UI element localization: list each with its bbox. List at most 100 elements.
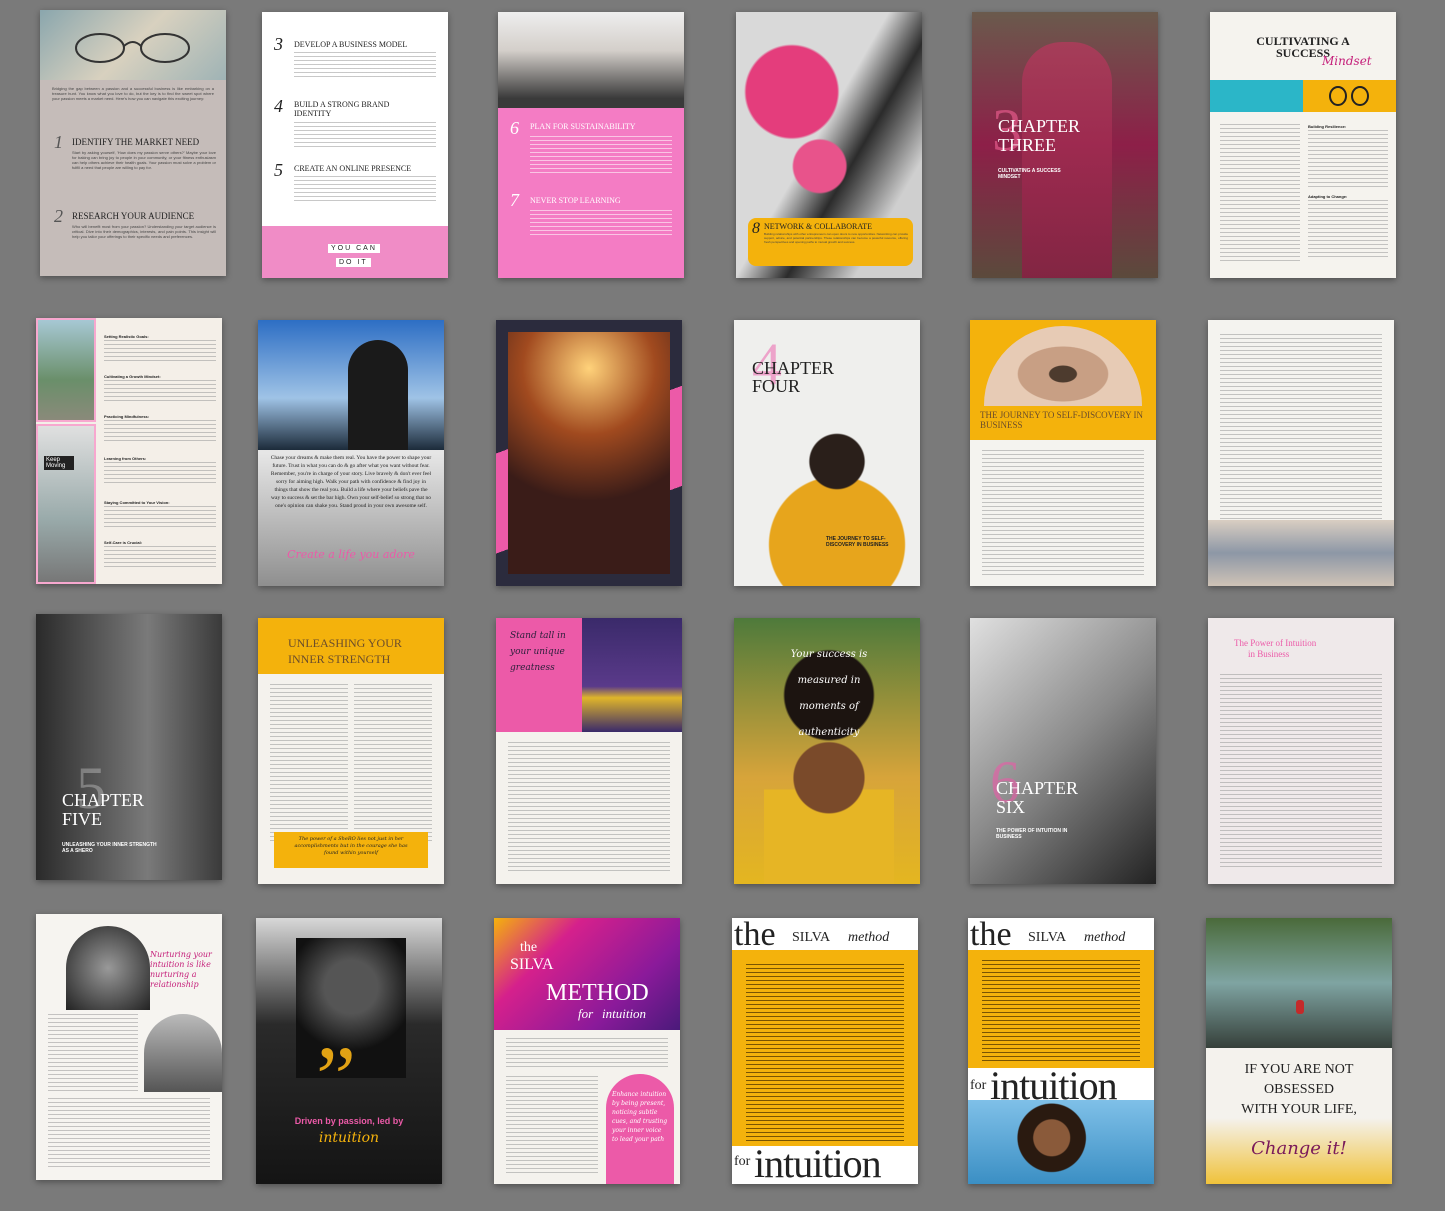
body-lines — [104, 506, 216, 530]
photo-beach-reflection — [1208, 520, 1394, 586]
title-for: for — [970, 1078, 987, 1093]
photo-woman-sunglasses-sky — [258, 320, 444, 450]
body-lines — [104, 420, 216, 444]
section-title: NEVER STOP LEARNING — [530, 196, 621, 205]
page-realistic-goals: Keep Moving Setting Realistic Goals: Cul… — [36, 318, 222, 584]
section-title: BUILD A STRONG BRAND IDENTITY — [294, 100, 390, 118]
page-chase-dreams: Chase your dreams & make them real. You … — [258, 320, 444, 586]
script-signoff: Change it! — [1251, 1138, 1347, 1159]
section-number: 2 — [54, 206, 63, 226]
page-authenticity: Your success is measured in moments of a… — [734, 618, 920, 884]
photo-pink-tiles: YOU CAN DO IT — [262, 226, 448, 278]
page-chapter-six: 6 CHAPTER SIX THE POWER OF INTUITION IN … — [970, 618, 1156, 884]
body-lines — [294, 52, 436, 80]
body-lines — [508, 742, 670, 872]
section-number: 6 — [510, 118, 519, 138]
page-inner-strength: UNLEASHING YOUR INNER STRENGTH The power… — [258, 618, 444, 884]
body-lines — [294, 176, 436, 204]
quote-mark-icon: ” — [316, 1029, 356, 1128]
quote-line: Driven by passion, led by — [294, 1116, 404, 1126]
section-number: 3 — [274, 34, 283, 54]
chapter-title: FIVE — [62, 809, 102, 829]
page-title: THE JOURNEY TO SELF-DISCOVERY IN BUSINES… — [980, 410, 1144, 430]
callout-box: 8 NETWORK & COLLABORATE Building relatio… — [748, 218, 913, 266]
body-lines — [746, 964, 904, 1142]
page-stand-tall: Stand tall in your unique greatness — [496, 618, 682, 884]
title-silva: SILVA — [510, 956, 554, 973]
subhead: Building Resilience: — [1308, 124, 1347, 129]
body-lines — [506, 1076, 598, 1176]
chapter-title: CHAPTER — [998, 116, 1081, 136]
section-body: Start by asking yourself, 'How does my p… — [72, 150, 216, 170]
chapter-title: THREE — [998, 135, 1056, 155]
photo-woman-yellow-sweater — [754, 420, 920, 586]
body-lines — [1220, 124, 1300, 264]
body-lines — [294, 122, 436, 150]
title-silva: SILVA — [1028, 930, 1067, 945]
body-lines — [982, 450, 1144, 576]
body-lines — [1308, 200, 1388, 260]
title-silva: SILVA — [792, 930, 831, 945]
quote-line: IF YOU ARE NOT — [1244, 1062, 1354, 1077]
photo-woman-red — [1022, 42, 1112, 278]
chapter-subtitle: CULTIVATING A SUCCESS MINDSET — [998, 168, 1061, 180]
page-power-of-intuition: The Power of Intuition in Business — [1208, 618, 1394, 884]
body-lines — [530, 210, 672, 238]
script-quote: Your success is measured in moments of a… — [790, 649, 868, 738]
page-self-discovery: THE JOURNEY TO SELF-DISCOVERY IN BUSINES… — [970, 320, 1156, 586]
person-red-jacket — [1296, 1000, 1304, 1014]
section-body: Building relationships with other entrep… — [764, 232, 908, 244]
section-number: 8 — [752, 220, 760, 237]
page-dinner-photo — [496, 320, 682, 586]
page-silva-method-text: the SILVA method for intuition — [968, 918, 1154, 1184]
quote-line: OBSESSED — [1263, 1082, 1335, 1097]
body-lines — [1308, 130, 1388, 190]
subhead: Staying Committed to Your Vision: — [104, 500, 170, 505]
photo-dinner-candles — [508, 332, 670, 574]
glasses-icon — [75, 33, 190, 63]
page-identify-market-need: Bridging the gap between a passion and a… — [40, 10, 226, 276]
sunglasses-icon — [1329, 86, 1369, 106]
title-intuition: intuition — [754, 1141, 882, 1184]
subhead: Setting Realistic Goals: — [104, 334, 149, 339]
photo-laptop-hands — [498, 12, 684, 108]
page-title: UNLEASHING YOUR — [288, 636, 402, 650]
page-title: The Power of Intuition — [1234, 638, 1317, 648]
script-quote: Stand tall in your unique greatness — [510, 631, 566, 673]
photo-woman-bw-top — [66, 926, 150, 1010]
script-quote: Nurturing your intuition is like nurturi… — [150, 950, 212, 989]
title-method: method — [848, 930, 890, 945]
page-chapter-five: 5 CHAPTER FIVE UNLEASHING YOUR INNER STR… — [36, 614, 222, 880]
script-word: intuition — [318, 1130, 380, 1146]
chapter-title: FOUR — [752, 376, 801, 396]
body-lines — [270, 684, 348, 844]
body-lines — [104, 462, 216, 486]
title-the: the — [970, 918, 1012, 953]
subhead: Adapting to Change: — [1308, 194, 1348, 199]
body-lines — [1220, 334, 1382, 520]
chapter-title: CHAPTER — [62, 790, 145, 810]
tile-text: DO IT — [336, 258, 371, 267]
script-signoff: Create a life you adore — [287, 548, 415, 561]
page-reflection — [1208, 320, 1394, 586]
photo-woman-purple — [582, 618, 682, 732]
subhead: Cultivating a Growth Mindset: — [104, 374, 161, 379]
section-title: PLAN FOR SUSTAINABILITY — [530, 122, 636, 131]
section-body: Who will benefit most from your passion?… — [72, 224, 216, 239]
page-title: INNER STRENGTH — [288, 652, 391, 666]
section-title: CREATE AN ONLINE PRESENCE — [294, 164, 412, 173]
subhead: Self-Care is Crucial: — [104, 540, 143, 545]
title-the: the — [734, 918, 776, 953]
intro-text: Bridging the gap between a passion and a… — [52, 86, 214, 101]
section-title: DEVELOP A BUSINESS MODEL — [294, 40, 408, 49]
affirmation-text: Chase your dreams & make them real. You … — [270, 455, 432, 509]
body-lines — [1220, 674, 1382, 870]
chapter-subtitle: UNLEASHING YOUR INNER STRENGTH AS A SHER… — [62, 842, 157, 854]
title-for: for — [578, 1006, 594, 1021]
section-number: 4 — [274, 96, 283, 116]
quote-box: The power of a SheRO lies not just in he… — [274, 832, 428, 868]
script-title: Mindset — [1322, 54, 1372, 68]
tile-text: YOU CAN — [328, 244, 380, 253]
subhead: Learning from Others: — [104, 456, 147, 461]
section-title: RESEARCH YOUR AUDIENCE — [72, 211, 195, 221]
